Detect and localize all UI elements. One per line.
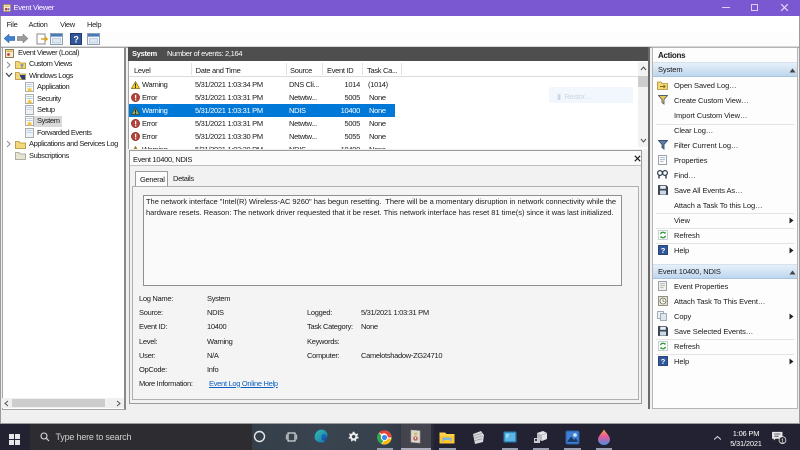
svg-text:?: ?	[73, 35, 78, 45]
svg-text:1: 1	[781, 439, 784, 444]
svg-text:?: ?	[661, 357, 666, 366]
svg-text:?: ?	[661, 246, 666, 255]
